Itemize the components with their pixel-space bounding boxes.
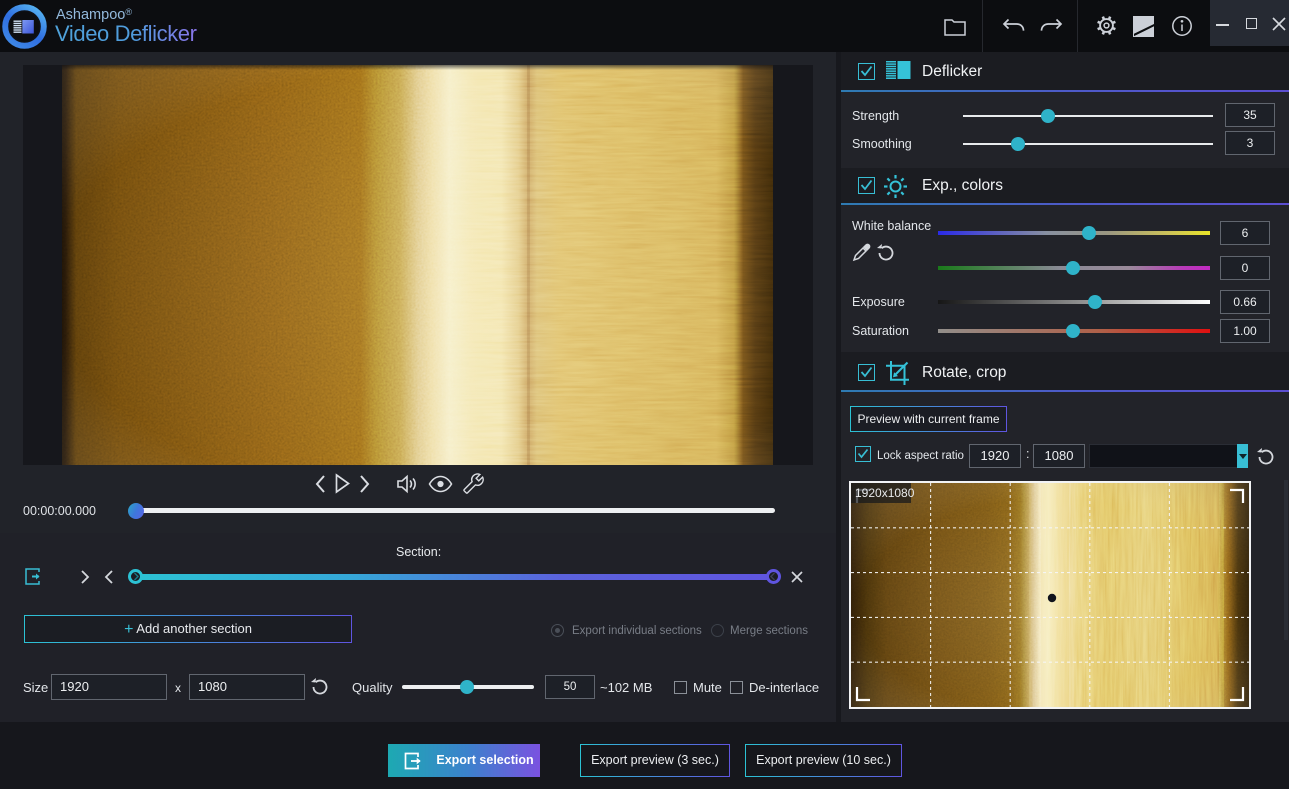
svg-text:1920x1080: 1920x1080 (855, 486, 915, 500)
